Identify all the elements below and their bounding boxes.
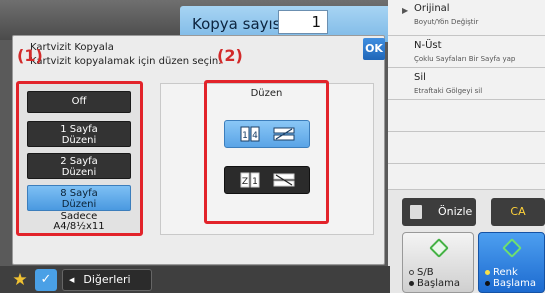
option-label: 2 Sayfa	[60, 156, 98, 167]
bw-indicator-icon	[409, 270, 414, 275]
color-start-line2: Başlama	[493, 278, 536, 289]
function-erase[interactable]: Sil Etraftaki Gölgeyi sil	[388, 68, 545, 100]
option-2-page[interactable]: 2 Sayfa Düzeni	[27, 153, 131, 179]
bw-start-line2: Başlama	[417, 278, 460, 289]
layout-option-2[interactable]: Z 1	[224, 166, 310, 194]
bw-start-line1: S/B	[417, 267, 434, 278]
preview-icon	[410, 205, 422, 219]
callout-2: (2)	[217, 46, 243, 65]
option-off[interactable]: Off	[27, 91, 131, 113]
chevron-left-icon: ◀	[69, 276, 75, 284]
function-title: Sil	[414, 72, 426, 83]
svg-text:4: 4	[252, 131, 258, 141]
option-1-page[interactable]: 1 Sayfa Düzeni	[27, 121, 131, 147]
layout-option-1[interactable]: 1 4	[224, 120, 310, 148]
layout-highlight	[204, 80, 329, 224]
option-label: 1 Sayfa	[60, 124, 98, 135]
function-subtitle: Boyut/Yön Değiştir	[414, 18, 479, 26]
card-layout-vertical-alt-icon: Z 1	[240, 172, 260, 188]
option-label: A4/8½x11	[53, 221, 105, 232]
copies-label: Kopya sayısı	[192, 15, 285, 33]
function-subtitle: Etraftaki Gölgeyi sil	[414, 87, 483, 95]
option-8-page[interactable]: 8 Sayfa Düzeni	[27, 185, 131, 211]
option-a4-only[interactable]: Sadece A4/8½x11	[27, 212, 131, 232]
card-layout-horizontal-icon	[273, 127, 295, 141]
option-label: 8 Sayfa	[60, 188, 98, 199]
card-layout-horizontal-alt-icon	[273, 173, 295, 187]
color-start-button[interactable]: Renk Başlama	[478, 232, 545, 293]
color-indicator-icon	[485, 270, 490, 275]
dialog-subtitle: Kartvizit kopyalamak için düzen seçin.	[30, 56, 222, 67]
others-button[interactable]: ◀ Diğerleri	[62, 269, 152, 291]
option-label: Off	[71, 96, 87, 107]
svg-text:1: 1	[252, 177, 258, 187]
function-original[interactable]: ▶ Orijinal Boyut/Yön Değiştir	[388, 0, 545, 36]
bottom-bar	[0, 266, 390, 293]
function-empty-slot	[388, 164, 545, 190]
check-icon[interactable]: ✓	[35, 269, 57, 291]
clear-all-button[interactable]: CA	[491, 198, 545, 226]
color-start-line1: Renk	[493, 267, 518, 278]
option-label: Düzeni	[61, 199, 97, 210]
start-diamond-icon	[502, 238, 522, 258]
function-empty-slot	[388, 132, 545, 164]
svg-text:1: 1	[242, 131, 248, 141]
ok-button[interactable]: OK	[363, 38, 385, 60]
function-title: Orijinal	[414, 3, 450, 14]
callout-1: (1)	[17, 46, 43, 65]
others-label: Diğerleri	[83, 273, 131, 286]
layout-label: Düzen	[250, 88, 283, 99]
function-n-up[interactable]: N-Üst Çoklu Sayfaları Bir Sayfa yap	[388, 36, 545, 68]
bw-indicator-icon	[409, 281, 414, 286]
function-title: N-Üst	[414, 40, 442, 51]
option-label: Düzeni	[61, 135, 97, 146]
bw-start-button[interactable]: S/B Başlama	[402, 232, 474, 293]
star-icon[interactable]: ★	[10, 270, 30, 290]
option-label: Düzeni	[61, 167, 97, 178]
function-subtitle: Çoklu Sayfaları Bir Sayfa yap	[414, 55, 516, 63]
card-layout-vertical-icon: 1 4	[240, 126, 260, 142]
color-indicator-icon	[485, 281, 490, 286]
play-icon: ▶	[402, 6, 409, 15]
copies-input[interactable]: 1	[278, 10, 328, 34]
svg-text:Z: Z	[242, 177, 248, 187]
start-diamond-icon	[429, 238, 449, 258]
function-empty-slot	[388, 100, 545, 132]
